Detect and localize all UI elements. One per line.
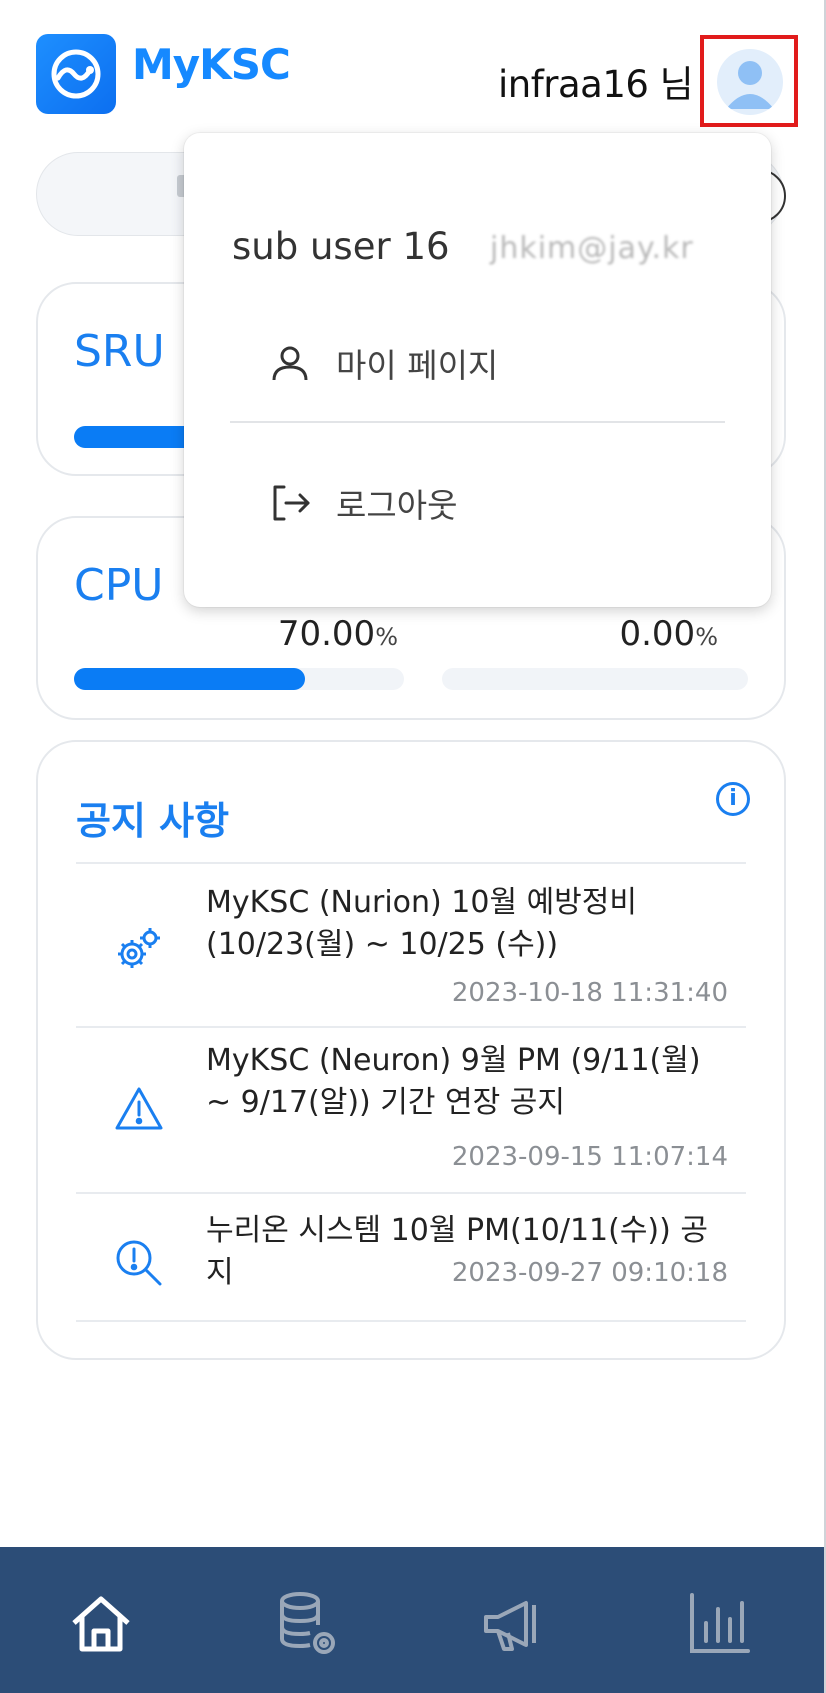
- divider: [76, 1320, 746, 1322]
- notice-item[interactable]: MyKSC (Nurion) 10월 예방정비 (10/23(월) ~ 10/2…: [76, 864, 746, 1026]
- cpu-right-bar: [442, 668, 748, 690]
- cpu-card-title: CPU: [74, 560, 164, 611]
- user-dropdown-menu: sub user 16 jhkim@jay.kr 마이 페이지 로그아웃: [184, 133, 771, 607]
- bottom-nav: [0, 1547, 824, 1693]
- cpu-right-value: 0.00: [619, 614, 696, 654]
- cpu-left-percent: 70.00%: [188, 614, 398, 654]
- nav-stats[interactable]: [684, 1589, 754, 1659]
- mypage-menu-item[interactable]: 마이 페이지: [270, 329, 710, 399]
- app-frame: MyKSC infraa16 님 SRU CPU 70.00% 0.00% 공지…: [0, 0, 826, 1693]
- notices-card: 공지 사항 i MyKSC (Nurion) 10월 예방정비 (10/23(월…: [36, 740, 786, 1360]
- username-suffix: 님: [659, 63, 694, 106]
- notice-item[interactable]: MyKSC (Neuron) 9월 PM (9/11(월) ~ 9/17(알))…: [76, 1028, 746, 1192]
- notice-text: MyKSC (Nurion) 10월 예방정비 (10/23(월) ~ 10/2…: [206, 885, 637, 962]
- nav-data[interactable]: [272, 1589, 342, 1659]
- info-icon[interactable]: i: [716, 782, 750, 816]
- search-alert-icon: [114, 1238, 164, 1292]
- cpu-left-value: 70.00: [277, 614, 376, 654]
- mypage-label: 마이 페이지: [336, 346, 499, 385]
- cpu-right-percent: 0.00%: [508, 614, 718, 654]
- app-logo[interactable]: [36, 34, 116, 114]
- notice-text: MyKSC (Neuron) 9월 PM (9/11(월) ~ 9/17(알))…: [206, 1043, 701, 1120]
- cpu-left-bar-fill: [74, 668, 305, 690]
- cpu-left-unit: %: [375, 623, 398, 651]
- dropdown-user-name: sub user 16: [232, 225, 450, 268]
- sru-card-title: SRU: [74, 326, 165, 377]
- menu-divider: [230, 421, 725, 423]
- notices-title: 공지 사항: [76, 799, 230, 843]
- logout-menu-item[interactable]: 로그아웃: [270, 469, 710, 539]
- chart-icon: [690, 1593, 750, 1653]
- notice-item[interactable]: 누리온 시스템 10월 PM(10/11(수)) 공지 2023-09-27 0…: [76, 1194, 746, 1324]
- notice-date: 2023-10-18 11:31:40: [451, 978, 728, 1008]
- home-icon: [72, 1596, 130, 1652]
- brand-name: MyKSC: [132, 40, 291, 89]
- notice-date: 2023-09-27 09:10:18: [451, 1258, 728, 1288]
- logout-icon: [270, 483, 312, 527]
- cpu-right-unit: %: [695, 623, 718, 651]
- warning-icon: [114, 1086, 164, 1136]
- cpu-left-bar: [74, 668, 404, 690]
- notice-date: 2023-09-15 11:07:14: [451, 1142, 728, 1172]
- wave-logo-icon: [51, 49, 101, 99]
- username: infraa16: [498, 63, 649, 106]
- user-icon: [270, 343, 310, 387]
- user-avatar-icon: [726, 61, 774, 109]
- nav-notice[interactable]: [478, 1589, 548, 1659]
- dropdown-user-email: jhkim@jay.kr: [490, 231, 694, 266]
- username-greeting: infraa16 님: [498, 54, 694, 108]
- megaphone-icon: [484, 1601, 536, 1651]
- avatar: [717, 49, 783, 115]
- nav-home[interactable]: [66, 1589, 136, 1659]
- logout-label: 로그아웃: [336, 486, 458, 525]
- database-settings-icon: [280, 1592, 335, 1654]
- gears-icon: [114, 926, 162, 978]
- avatar-button[interactable]: [700, 35, 798, 127]
